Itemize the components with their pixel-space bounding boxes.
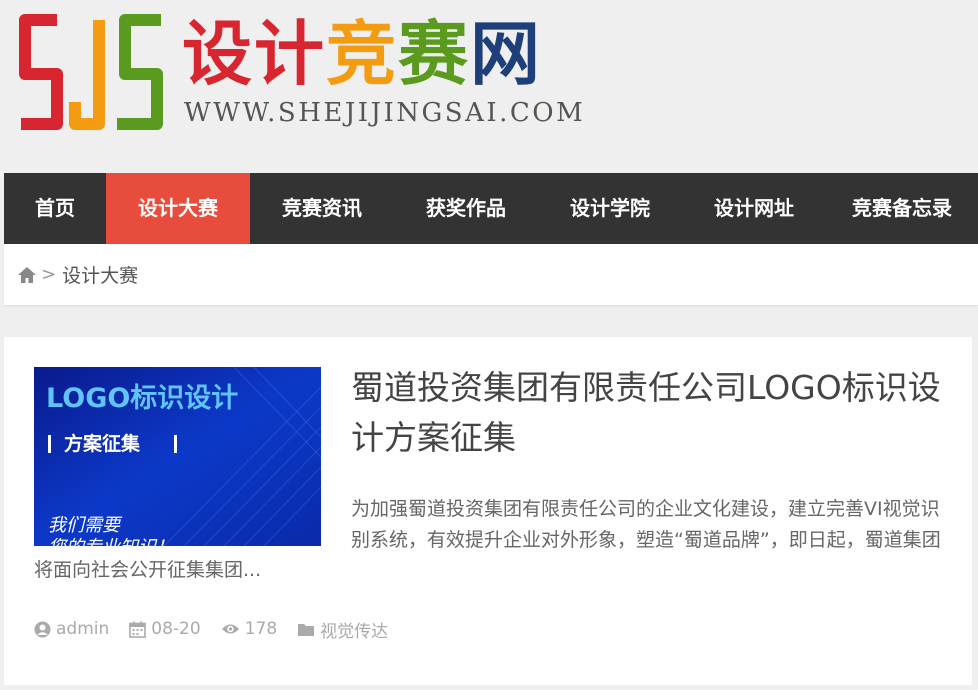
meta-views-text: 178	[244, 619, 278, 639]
logo-char: 赛	[398, 13, 470, 95]
logo-char: 网	[470, 13, 542, 95]
main-nav: 首页 设计大赛 竞赛资讯 获奖作品 设计学院 设计网址 竞赛备忘录	[4, 173, 978, 244]
logo-url: WWW.SHEJIJINGSAI.COM	[184, 98, 586, 128]
breadcrumb: > 设计大赛	[4, 244, 978, 305]
meta-date-text: 08-20	[151, 619, 201, 639]
sjs-logo-mark[interactable]	[17, 12, 167, 132]
article-title[interactable]: 蜀道投资集团有限责任公司LOGO标识设计方案征集	[351, 363, 941, 463]
eye-icon	[221, 624, 239, 634]
meta-author[interactable]: admin	[34, 619, 109, 639]
folder-icon	[298, 623, 315, 636]
meta-author-text: admin	[56, 619, 110, 639]
article-card: LOGO标识设计 方案征集 我们需要 您的专业知识！ 蜀道投资集团有限责任公司L…	[4, 337, 972, 685]
logo-char: 计	[254, 13, 326, 95]
meta-category[interactable]: 视觉传达	[297, 617, 388, 642]
logo-chinese-wordmark[interactable]: 设计竞赛网	[182, 14, 542, 94]
calendar-icon	[129, 621, 147, 638]
nav-item-design-links[interactable]: 设计网址	[682, 173, 826, 244]
article-excerpt: 为加强蜀道投资集团有限责任公司的企业文化建设，建立完善VI视觉识别系统，有效提升…	[34, 494, 944, 586]
user-icon	[34, 621, 51, 637]
meta-views: 178	[221, 619, 277, 639]
meta-category-text: 视觉传达	[320, 621, 389, 642]
logo-char: 设	[182, 13, 254, 95]
article-excerpt-text: 为加强蜀道投资集团有限责任公司的企业文化建设，建立完善VI视觉识别系统，有效提升…	[34, 498, 941, 581]
nav-item-contest-memo[interactable]: 竞赛备忘录	[826, 173, 978, 244]
logo-char: 竞	[326, 13, 398, 95]
site-header: 设计竞赛网 WWW.SHEJIJINGSAI.COM	[0, 0, 978, 173]
thumbnail-title: LOGO标识设计	[46, 383, 238, 414]
nav-item-design-contest[interactable]: 设计大赛	[106, 173, 250, 244]
nav-item-home[interactable]: 首页	[4, 173, 106, 244]
home-icon[interactable]	[17, 265, 37, 285]
nav-item-design-academy[interactable]: 设计学院	[538, 173, 682, 244]
breadcrumb-current[interactable]: 设计大赛	[62, 261, 138, 288]
nav-item-contest-news[interactable]: 竞赛资讯	[250, 173, 394, 244]
thumbnail-subtitle: 方案征集	[64, 432, 141, 455]
meta-date: 08-20	[129, 619, 201, 639]
breadcrumb-separator: >	[41, 264, 57, 285]
nav-item-award-works[interactable]: 获奖作品	[394, 173, 538, 244]
article-meta: admin 08-20 178 视觉传达	[34, 617, 408, 642]
